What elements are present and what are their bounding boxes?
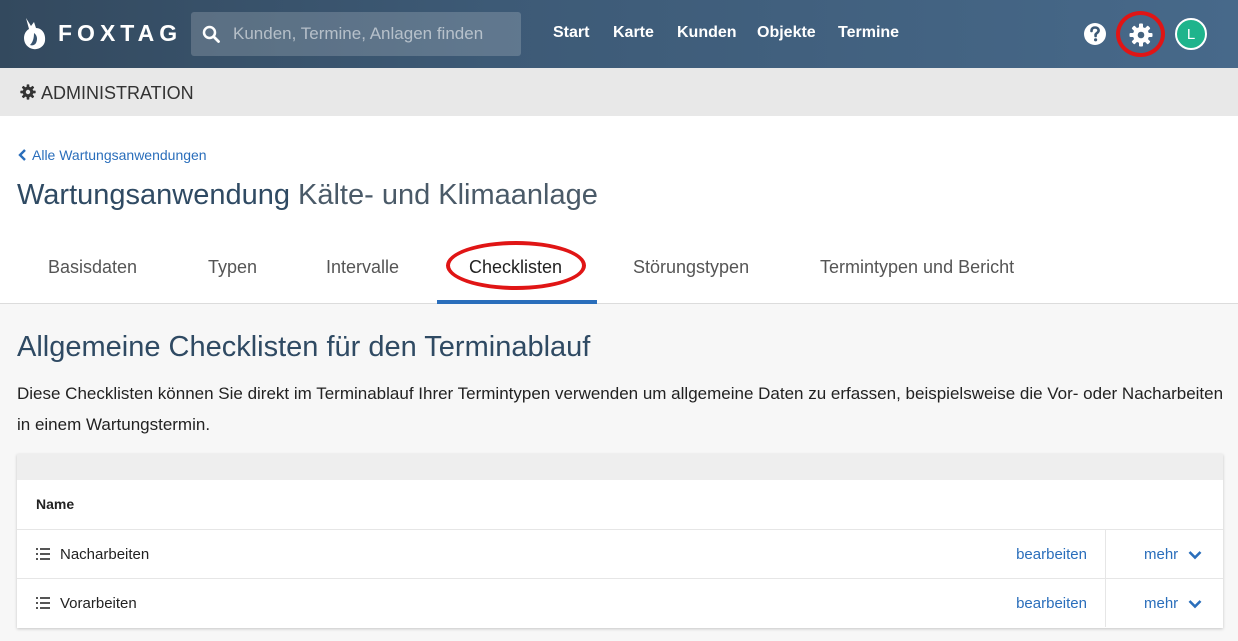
more-label: mehr [1144,595,1179,612]
back-link[interactable]: Alle Wartungsanwendungen [18,147,207,163]
tab-typen[interactable]: Typen [208,257,257,278]
tab-termintypen-bericht[interactable]: Termintypen und Bericht [820,257,1014,278]
nav-link-kunden[interactable]: Kunden [677,24,737,42]
list-icon [36,597,50,609]
global-search[interactable] [191,12,521,56]
tab-stoerungstypen[interactable]: Störungstypen [633,257,749,278]
logo-text: FOXTAG [58,19,183,46]
chevron-down-icon [1188,550,1202,559]
fox-logo-icon [24,18,46,50]
table-row: Vorarbeiten bearbeiten mehr [17,579,1223,628]
help-icon[interactable] [1083,22,1107,46]
chevron-down-icon [1188,599,1202,608]
page-header: Alle Wartungsanwendungen Wartungsanwendu… [0,116,1238,304]
more-label: mehr [1144,546,1179,563]
gear-icon [1129,23,1153,47]
edit-link[interactable]: bearbeiten [1016,546,1087,563]
gear-icon [20,84,36,100]
column-divider [1105,530,1106,578]
page-title-sub: Kälte- und Klimaanlage [298,179,598,211]
tab-basisdaten[interactable]: Basisdaten [48,257,137,278]
edit-link[interactable]: bearbeiten [1016,595,1087,612]
top-navbar: FOXTAG Start Karte Kunden Objekte Termin… [0,0,1238,68]
search-input[interactable] [231,12,511,56]
page-title-main: Wartungsanwendung [17,179,290,211]
checklist-table: Name Nacharbeiten bearbeiten mehr Vorarb… [17,454,1223,628]
tab-intervalle[interactable]: Intervalle [326,257,399,278]
section-description: Diese Checklisten können Sie direkt im T… [17,384,1224,434]
settings-button[interactable] [1116,11,1165,57]
nav-link-termine[interactable]: Termine [838,24,899,42]
search-icon [202,25,220,43]
row-name: Vorarbeiten [60,595,137,612]
row-name: Nacharbeiten [60,546,150,563]
page-title: Wartungsanwendung Kälte- und Klimaanlage [17,179,598,212]
column-header-name: Name [36,496,75,512]
section-title: Allgemeine Checklisten für den Terminabl… [17,331,591,363]
annotation-circle [446,241,586,290]
back-link-label: Alle Wartungsanwendungen [32,147,207,163]
user-avatar[interactable]: L [1175,18,1207,50]
active-tab-indicator [437,300,597,304]
column-divider [1105,579,1106,627]
nav-link-objekte[interactable]: Objekte [757,24,816,42]
nav-link-start[interactable]: Start [553,24,589,42]
admin-bar: ADMINISTRATION [0,68,1238,116]
table-toolbar [17,454,1223,480]
nav-link-karte[interactable]: Karte [613,24,654,42]
list-icon [36,548,50,560]
more-dropdown[interactable]: mehr [1144,546,1202,563]
more-dropdown[interactable]: mehr [1144,595,1202,612]
admin-section-label: ADMINISTRATION [41,83,194,103]
chevron-left-icon [18,149,26,161]
foxtag-logo[interactable]: FOXTAG [22,16,182,50]
table-header: Name [17,480,1223,530]
table-row: Nacharbeiten bearbeiten mehr [17,530,1223,579]
